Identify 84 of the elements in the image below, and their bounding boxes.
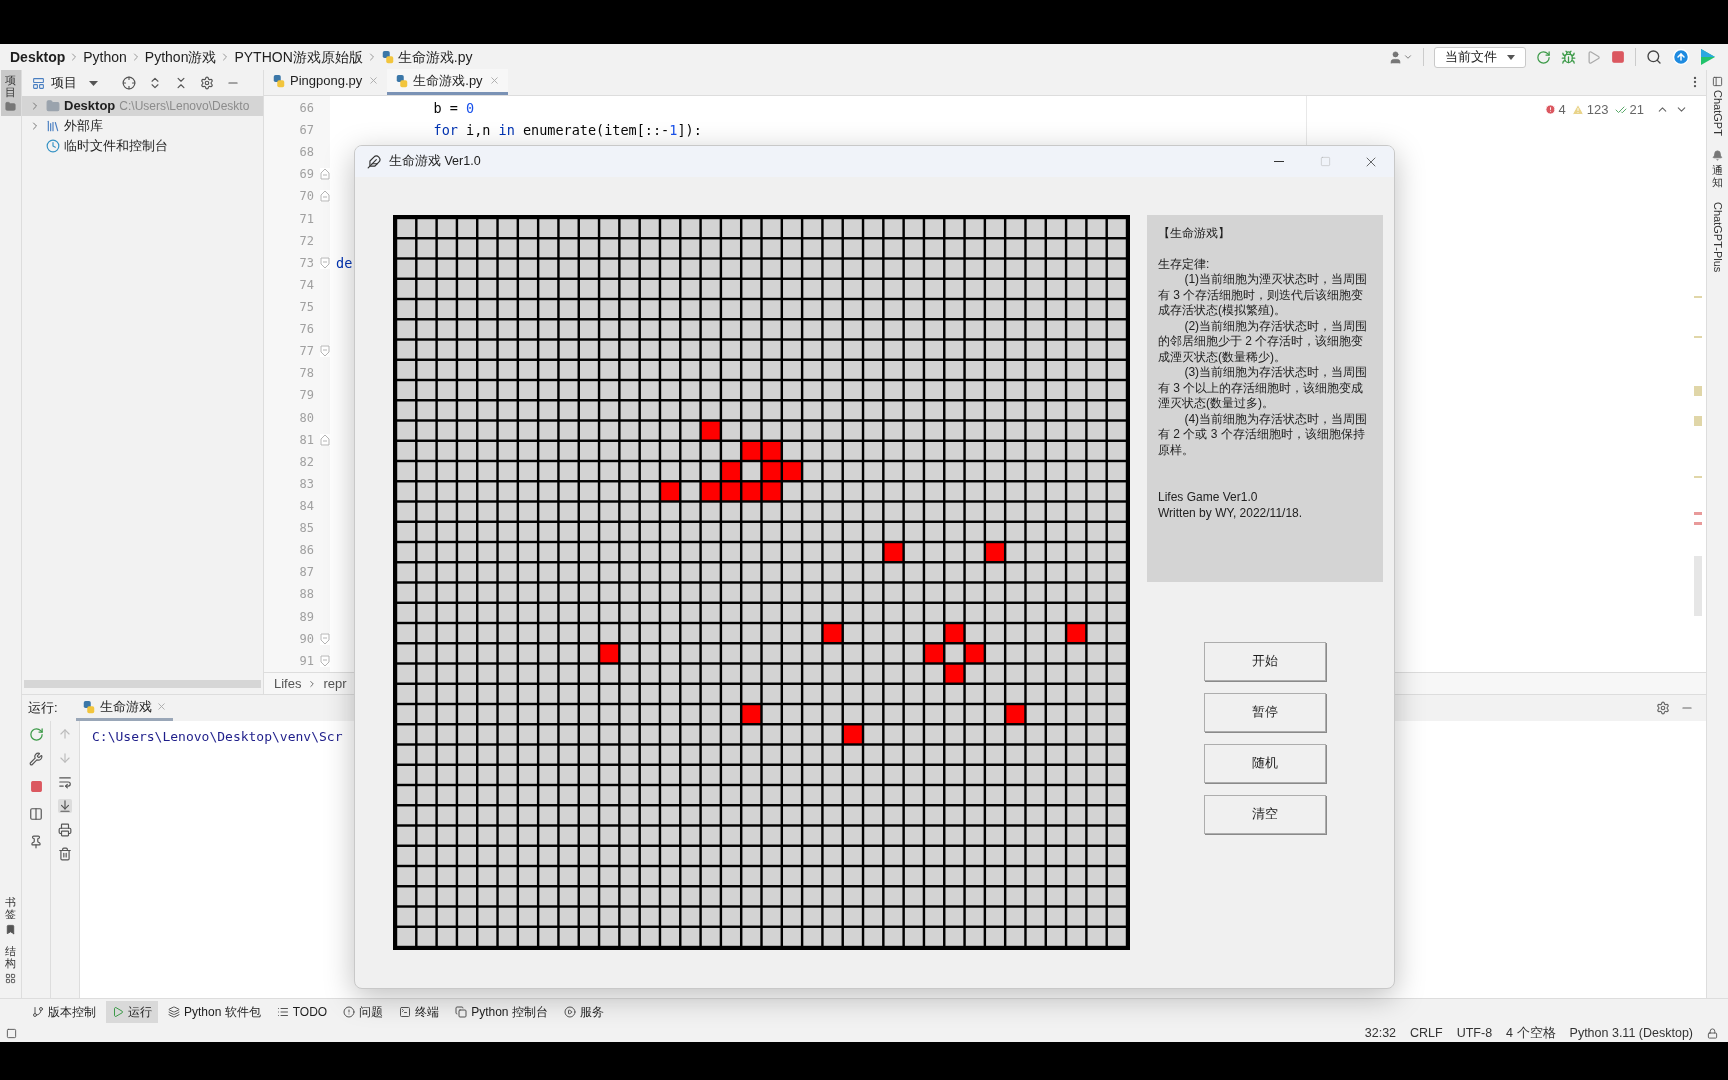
editor-tab[interactable]: 生命游戏.py bbox=[387, 69, 508, 95]
game-button[interactable]: 开始 bbox=[1204, 642, 1326, 681]
run-panel-title: 运行: bbox=[28, 699, 58, 718]
credits-text: Lifes Game Ver1.0 bbox=[1158, 490, 1259, 506]
tree-item-path: C:\Users\Lenovo\Deskto bbox=[119, 98, 250, 115]
line-number: 75 bbox=[298, 299, 314, 317]
tree-item[interactable]: 临时文件和控制台 bbox=[22, 136, 263, 156]
tool-window-button[interactable]: Python 软件包 bbox=[162, 1000, 267, 1023]
tree-item[interactable]: 外部库 bbox=[22, 116, 263, 136]
line-number: 90 bbox=[298, 630, 314, 648]
tool-window-tab[interactable]: 结构 bbox=[5, 944, 16, 969]
credits-text: Written by WY, 2022/11/18. bbox=[1158, 505, 1304, 521]
line-number: 79 bbox=[298, 387, 314, 405]
tool-window-button[interactable]: 运行 bbox=[106, 1000, 158, 1023]
line-number: 85 bbox=[298, 520, 314, 538]
status-item[interactable]: CRLF bbox=[1410, 1023, 1443, 1043]
tree-item-label: Desktop bbox=[64, 97, 116, 116]
weak-warning-count[interactable]: 21 bbox=[1614, 100, 1644, 120]
tool-window-button[interactable]: 问题 bbox=[337, 1000, 390, 1023]
code-line: b = 0 bbox=[432, 98, 475, 118]
line-number: 83 bbox=[298, 475, 314, 493]
info-subheading: 生存定律: bbox=[1158, 256, 1211, 272]
line-number: 77 bbox=[298, 343, 314, 361]
line-number: 76 bbox=[298, 321, 314, 339]
line-number: 72 bbox=[298, 232, 314, 250]
game-button[interactable]: 随机 bbox=[1204, 744, 1326, 783]
status-item[interactable]: Python 3.11 (Desktop) bbox=[1569, 1023, 1693, 1043]
tree-item-label: 外部库 bbox=[64, 117, 103, 136]
info-heading: 【生命游戏】 bbox=[1158, 226, 1231, 242]
tool-window-button[interactable]: 服务 bbox=[557, 1000, 610, 1023]
line-number: 66 bbox=[298, 100, 314, 118]
line-number: 73 bbox=[298, 254, 314, 272]
rule-text: (1)当前细胞为湮灭状态时，当周围有 3 个存活细胞时，则迭代后该细胞变成存活状态(模拟繁殖)。 bbox=[1158, 272, 1369, 319]
breadcrumb-item[interactable]: Python游戏 bbox=[144, 46, 217, 68]
line-number: 69 bbox=[298, 166, 314, 184]
tool-window-button[interactable]: TODO bbox=[270, 1000, 334, 1023]
line-number: 81 bbox=[298, 431, 314, 449]
status-item[interactable]: 4 个空格 bbox=[1506, 1023, 1556, 1043]
breadcrumb-item[interactable]: Python bbox=[83, 46, 127, 68]
tool-window-button[interactable]: 版本控制 bbox=[26, 1000, 102, 1023]
code-line: for i,n in enumerate(item[::-1]): bbox=[432, 121, 702, 141]
line-number: 84 bbox=[298, 498, 314, 515]
game-button[interactable]: 清空 bbox=[1204, 795, 1326, 834]
project-view-dropdown[interactable]: 项目 bbox=[32, 73, 98, 93]
line-number: 82 bbox=[298, 453, 314, 471]
line-number: 67 bbox=[298, 122, 314, 140]
window-title: 生命游戏 Ver1.0 bbox=[389, 153, 481, 171]
line-number: 70 bbox=[298, 188, 314, 206]
rule-text: (3)当前细胞为存活状态时，当周围有 3 个以上的存活细胞时，该细胞变成湮灭状态(数量过多)。 bbox=[1158, 365, 1369, 412]
line-number: 68 bbox=[298, 144, 314, 162]
editor-breadcrumb-item[interactable]: repr bbox=[323, 673, 347, 694]
game-button[interactable]: 暂停 bbox=[1204, 693, 1326, 732]
error-count[interactable]: 4 bbox=[1544, 100, 1566, 120]
breadcrumb-item[interactable]: Desktop bbox=[10, 46, 66, 68]
tool-window-tab[interactable]: 通知 bbox=[1712, 163, 1723, 189]
rule-text: (2)当前细胞为存活状态时，当周围的邻居细胞少于 2 个存活时，该细胞变成湮灭状态(数量稀少)。 bbox=[1158, 318, 1369, 365]
line-number: 89 bbox=[298, 608, 314, 626]
line-number: 88 bbox=[298, 586, 314, 604]
line-number: 78 bbox=[298, 365, 314, 383]
tool-window-button[interactable]: Python 控制台 bbox=[449, 1000, 554, 1023]
tool-window-tab[interactable]: ChatGPT-Plus bbox=[1709, 202, 1726, 273]
line-number: 87 bbox=[298, 564, 314, 582]
breadcrumb-item[interactable]: 生命游戏.py bbox=[397, 46, 473, 68]
line-number: 74 bbox=[298, 276, 314, 294]
line-number: 80 bbox=[298, 409, 314, 427]
tool-window-tab[interactable]: 书签 bbox=[5, 895, 16, 920]
status-item[interactable]: 32:32 bbox=[1364, 1023, 1397, 1043]
tree-item-label: 临时文件和控制台 bbox=[64, 137, 168, 156]
console-output: C:\Users\Lenovo\Desktop\venv\Scr bbox=[92, 729, 343, 744]
tool-window-tab[interactable]: 项目 bbox=[0, 70, 21, 117]
tool-window-tab[interactable]: ChatGPT bbox=[1709, 90, 1726, 136]
line-number: 71 bbox=[298, 210, 314, 228]
editor-tab[interactable]: Pingpong.py bbox=[264, 69, 388, 95]
warning-count[interactable]: 123 bbox=[1571, 100, 1609, 120]
rule-text: (4)当前细胞为存活状态时，当周围有 2 个或 3 个存活细胞时，该细胞保持原样。 bbox=[1158, 411, 1369, 458]
tool-window-button[interactable]: 终端 bbox=[393, 1000, 446, 1023]
line-number: 86 bbox=[298, 542, 314, 560]
tree-item[interactable]: Desktop C:\Users\Lenovo\Deskto bbox=[22, 96, 263, 116]
breadcrumb-item[interactable]: PYTHON游戏原始版 bbox=[234, 46, 363, 68]
editor-breadcrumb-item[interactable]: Lifes bbox=[274, 673, 302, 694]
status-item[interactable]: UTF-8 bbox=[1456, 1023, 1493, 1043]
line-number: 91 bbox=[298, 652, 314, 670]
run-config-dropdown[interactable]: 当前文件 bbox=[1434, 46, 1526, 68]
code-line: de bbox=[336, 253, 353, 273]
